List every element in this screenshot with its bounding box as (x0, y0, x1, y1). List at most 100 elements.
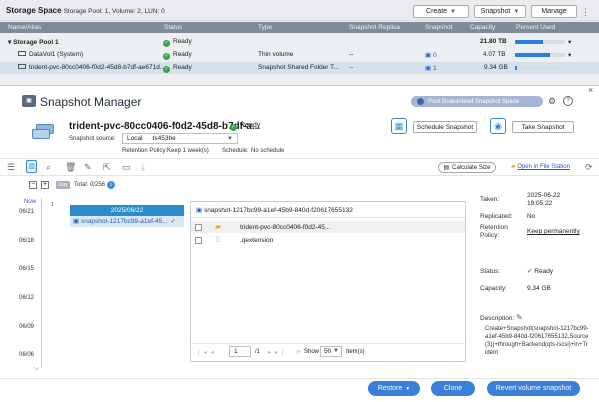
calendar-icon[interactable]: ▦ (391, 118, 407, 134)
col-capacity[interactable]: Capacity (470, 24, 495, 31)
close-icon[interactable]: × (588, 85, 593, 95)
restore-button[interactable]: Restore ▼ (368, 381, 420, 396)
export-icon[interactable]: ⇱ (103, 162, 111, 173)
volume-snapshot-count[interactable]: ▣ 0 (425, 51, 437, 59)
pool-name: ▾ Storage Pool 1 (8, 39, 59, 46)
col-replica[interactable]: Snapshot Replica (349, 24, 400, 31)
chevron-down-icon: ▼ (405, 385, 411, 392)
capacity-value: 9.34 GB (527, 285, 551, 292)
page-total: /1 (255, 349, 261, 355)
open-file-station-link[interactable]: ▰ Open in File Station (511, 163, 570, 170)
browser-path: ▣ snapshot-1217bc99-a1ef-45b9-840d-f2061… (196, 207, 353, 214)
schedule-link[interactable]: No schedule (251, 148, 284, 154)
folder-icon (18, 64, 26, 69)
refresh-icon[interactable]: ⟳ (296, 349, 301, 356)
snapshot-manager-icon: ▣ (22, 95, 36, 107)
calculate-size-button[interactable]: ▤ Calculate Size (438, 162, 496, 173)
chevron-down-icon: ▼ (513, 8, 520, 15)
source-select[interactable]: Local ts453be ▼ (122, 133, 238, 144)
col-snapshot[interactable]: Snapshot (425, 24, 452, 31)
take-snapshot-button[interactable]: Take Snapshot (512, 121, 574, 133)
col-type[interactable]: Type (258, 24, 272, 31)
snapshot-icon: ▣ (196, 207, 204, 214)
manage-button[interactable]: Manage (531, 5, 577, 18)
volume-icon (18, 51, 26, 56)
status-value: ✓ Ready (527, 268, 554, 275)
scroll-down-icon[interactable]: ⌵ (34, 365, 39, 373)
file-checkbox[interactable] (195, 224, 202, 231)
settings-gear-icon[interactable]: ⚙ (548, 96, 556, 107)
lun-usage-fill (515, 66, 517, 70)
app-title: Storage Space Storage Pool: 1, Volume: 2,… (6, 6, 165, 15)
day-badge[interactable]: Day (56, 181, 70, 189)
source-scope: Local (127, 135, 143, 142)
clone-button[interactable]: Clone (431, 381, 475, 396)
search-icon[interactable]: ⌕ (46, 162, 51, 173)
lun-name: trident-pvc-80cc0406-f0d2-45d8-b7df-ae67… (18, 64, 165, 71)
col-name[interactable]: Name/Alias (8, 24, 41, 31)
refresh-icon[interactable]: ⟳ (585, 162, 593, 173)
table-header (0, 22, 599, 33)
items-label: Item(s) (346, 349, 365, 355)
file-checkbox[interactable] (195, 237, 202, 244)
delete-icon[interactable]: 🗑 (65, 162, 76, 173)
chevron-down-icon: ▼ (450, 8, 456, 15)
taken-value: 2025-06-22 19:05:22 (527, 192, 561, 207)
row-menu-icon[interactable]: ▾ (568, 38, 571, 46)
divider (191, 343, 465, 344)
file-name: .qextension (240, 237, 274, 244)
expand-all-icon[interactable]: + (41, 181, 49, 189)
page-size-select[interactable]: 50 ▼ (320, 346, 342, 357)
volume-capacity: 4.07 TB (483, 51, 506, 58)
volume-replica: -- (349, 51, 354, 58)
lun-capacity: 9.34 GB (484, 64, 508, 71)
retention-label: Retention Policy: (122, 148, 168, 154)
retention-policy-link[interactable]: Keep permanently (527, 228, 580, 235)
file-icon: ▯ (216, 236, 220, 243)
volume-status: ✓ Ready (163, 51, 192, 60)
dialog-title: Snapshot Manager (40, 95, 142, 109)
volume-usage-fill (515, 53, 550, 57)
timeline-date: 06/15 (19, 266, 35, 272)
help-icon[interactable]: ? (563, 96, 573, 106)
pool-guaranteed-badge[interactable]: Pool Guaranteed Snapshot Space (411, 96, 543, 107)
list-view-icon[interactable]: ☰ (7, 162, 15, 173)
pool-status: ✓ Ready (163, 38, 192, 47)
retention-link[interactable]: Keep 1 week(s) (167, 148, 209, 154)
row-menu-icon[interactable]: ▾ (568, 51, 571, 59)
snapshot-group-date[interactable]: 2025/06/22 (70, 205, 184, 216)
more-icon[interactable]: ⋮ (581, 7, 590, 18)
camera-icon[interactable]: ◉ (490, 118, 506, 134)
snapshot-label: Snapshot (480, 8, 511, 15)
edit-icon[interactable]: ✎ (84, 162, 92, 173)
col-status[interactable]: Status (164, 24, 182, 31)
table-row[interactable] (0, 36, 599, 48)
snapshot-button[interactable]: Snapshot ▼ (474, 5, 526, 18)
table-row[interactable] (0, 49, 599, 61)
replicated-label: Replicated: (480, 213, 513, 220)
check-icon: ✓ (170, 218, 176, 225)
chevron-down-icon: ▼ (227, 135, 233, 142)
snapshot-list-item[interactable]: ▣ snapshot-1217bc99-a1ef-45... ✓ (70, 216, 184, 227)
check-icon: ✓ (163, 40, 170, 47)
volume-stack-icon (32, 124, 58, 140)
create-label: Create (426, 8, 448, 15)
timeline-count: 1 (51, 202, 55, 208)
page-input[interactable]: 1 (229, 346, 251, 357)
info-icon[interactable]: i (107, 181, 115, 189)
snapshot-icon: ▣ (425, 52, 433, 59)
schedule-snapshot-button[interactable]: Schedule Snapshot (413, 121, 477, 133)
collapse-icon[interactable]: − (29, 181, 37, 189)
edit-description-icon[interactable]: ✎ (516, 313, 523, 322)
revert-volume-snapshot-button[interactable]: Revert volume snapshot (487, 381, 580, 396)
create-button[interactable]: Create ▼ (413, 5, 469, 18)
timeline-view-icon[interactable]: ▥ (26, 160, 37, 173)
download-icon[interactable]: ⤓ (141, 162, 145, 173)
folder-open-icon[interactable]: ▭ (122, 162, 131, 173)
col-percent[interactable]: Percent Used (516, 24, 555, 31)
timeline-date: 06/18 (19, 238, 35, 244)
pager-next-last-icons[interactable]: ▸▸| (268, 349, 288, 356)
lun-snapshot-count[interactable]: ▣ 1 (425, 64, 437, 72)
pager-first-prev-icons[interactable]: |◂◂ (198, 349, 218, 356)
volume-status: ✓ Ready (230, 122, 261, 131)
